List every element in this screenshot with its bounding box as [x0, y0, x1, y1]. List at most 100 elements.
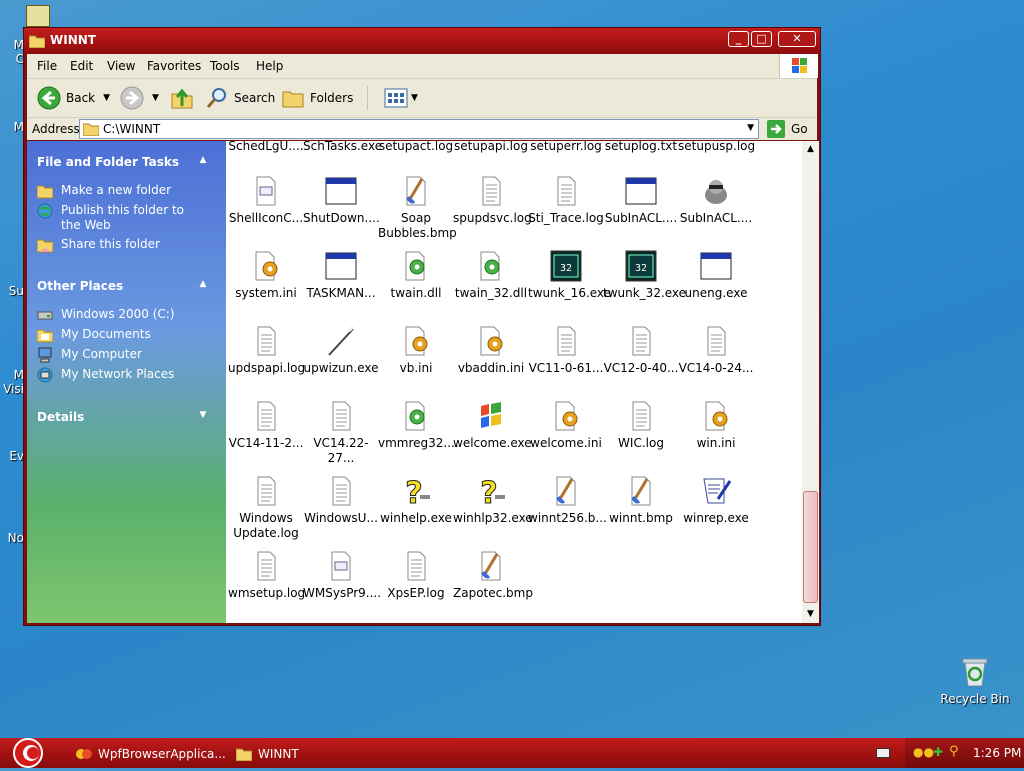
menu-favorites[interactable]: Favorites — [147, 59, 201, 73]
file-item[interactable]: Sti_Trace.log — [528, 175, 604, 226]
make-new-folder-link[interactable]: Make a new folder — [37, 183, 171, 199]
file-item[interactable]: VC14-11-2... — [228, 400, 304, 451]
tray-network-icon[interactable]: ✚ — [933, 745, 943, 759]
start-button[interactable] — [8, 738, 48, 768]
file-item[interactable]: setupact.log — [378, 141, 454, 154]
file-item[interactable]: ShellIconC... — [228, 175, 304, 226]
file-item[interactable]: VC14.22-27... — [303, 400, 379, 466]
file-item[interactable]: SubInACL.... — [603, 175, 679, 226]
taskbar-button-winnt[interactable]: WINNT — [236, 741, 376, 766]
address-dropdown-icon[interactable]: ▼ — [747, 123, 754, 133]
menu-file[interactable]: File — [37, 59, 57, 73]
file-item[interactable]: ShutDown.... — [303, 175, 380, 226]
up-folder-button[interactable] — [170, 85, 194, 111]
title-bar[interactable]: WINNT _ □ ✕ — [24, 28, 820, 54]
file-item[interactable]: vbaddin.ini — [453, 325, 529, 376]
desktop-icon-label[interactable]: M — [0, 38, 24, 52]
tray-app-icon[interactable]: ●● — [913, 745, 934, 759]
collapse-chevron-icon[interactable]: ▲ — [197, 155, 209, 167]
file-item[interactable]: TASKMAN... — [303, 250, 379, 301]
other-place-my-computer[interactable]: My Computer — [37, 347, 142, 363]
file-item[interactable]: twain.dll — [378, 250, 454, 301]
scroll-thumb[interactable] — [803, 491, 818, 603]
address-field[interactable]: C:\WINNT ▼ — [79, 119, 759, 139]
other-place-network[interactable]: My Network Places — [37, 367, 174, 383]
file-item[interactable]: vb.ini — [378, 325, 454, 376]
file-item[interactable]: updspapi.log — [228, 325, 305, 376]
scroll-down-icon[interactable]: ▼ — [802, 606, 819, 623]
file-item[interactable]: setupapi.log — [453, 141, 529, 154]
file-item[interactable]: upwizun.exe — [303, 325, 379, 376]
back-dropdown-icon[interactable]: ▼ — [103, 93, 110, 103]
file-item[interactable]: SchTasks.exe — [303, 141, 382, 154]
file-item[interactable]: Windows Update.log — [228, 475, 304, 541]
file-item[interactable]: 32 twunk_16.exe — [528, 250, 611, 301]
file-item[interactable]: setuperr.log — [528, 141, 604, 154]
file-item[interactable]: setuplog.txt — [603, 141, 679, 154]
other-place-my-documents[interactable]: My Documents — [37, 327, 151, 343]
keyboard-tray-icon[interactable] — [876, 748, 890, 758]
file-item[interactable]: winnt.bmp — [603, 475, 679, 526]
back-button[interactable]: Back ▼ — [37, 85, 110, 111]
file-item[interactable]: 32 twunk_32.exe — [603, 250, 686, 301]
file-item[interactable]: ? winhelp.exe — [378, 475, 454, 526]
file-item[interactable]: WIC.log — [603, 400, 679, 451]
file-item[interactable]: uneng.exe — [678, 250, 754, 301]
clock[interactable]: 1:26 PM — [973, 746, 1021, 760]
file-item[interactable]: Soap Bubbles.bmp — [378, 175, 457, 241]
menu-edit[interactable]: Edit — [70, 59, 93, 73]
menu-view[interactable]: View — [107, 59, 135, 73]
file-item[interactable]: WMSysPr9.... — [303, 550, 381, 601]
expand-chevron-icon[interactable]: ▼ — [197, 410, 209, 422]
file-item[interactable]: system.ini — [228, 250, 304, 301]
menu-tools[interactable]: Tools — [210, 59, 240, 73]
file-item[interactable]: winrep.exe — [678, 475, 754, 526]
file-item[interactable]: vmmreg32.... — [378, 400, 459, 451]
desktop-icon-label[interactable]: M — [0, 368, 24, 382]
file-item[interactable]: setupusp.log — [678, 141, 755, 154]
desktop-icon-label[interactable]: Su — [0, 284, 24, 298]
views-button[interactable]: ▼ — [384, 85, 418, 111]
vertical-scrollbar[interactable]: ▲ ▼ — [802, 141, 819, 623]
file-item[interactable]: SubInACL.... — [678, 175, 754, 226]
file-item[interactable]: WindowsU... — [303, 475, 379, 526]
file-item[interactable]: welcome.exe — [453, 400, 532, 451]
file-item[interactable]: VC12-0-40... — [603, 325, 679, 376]
collapse-chevron-icon[interactable]: ▲ — [197, 279, 209, 291]
menu-help[interactable]: Help — [256, 59, 283, 73]
close-button[interactable]: ✕ — [778, 31, 816, 47]
minimize-button[interactable]: _ — [728, 31, 749, 47]
share-folder-link[interactable]: Share this folder — [37, 237, 160, 253]
file-item[interactable]: twain_32.dll — [453, 250, 529, 301]
file-item[interactable]: winnt256.b... — [528, 475, 607, 526]
desktop-top-icon[interactable] — [26, 5, 50, 27]
other-place-drive[interactable]: Windows 2000 (C:) — [37, 307, 175, 323]
publish-folder-link[interactable]: Publish this folder to the Web — [37, 203, 207, 233]
recycle-bin[interactable]: Recycle Bin — [938, 656, 1012, 706]
views-dropdown-icon[interactable]: ▼ — [411, 93, 418, 103]
file-item[interactable]: win.ini — [678, 400, 754, 451]
desktop-icon-label[interactable]: No — [0, 531, 24, 545]
forward-dropdown-icon[interactable]: ▼ — [152, 93, 159, 103]
desktop-icon-label[interactable]: C — [0, 52, 24, 66]
tray-search-icon[interactable]: ⚲ — [949, 744, 959, 759]
file-item[interactable]: VC14-0-24... — [678, 325, 754, 376]
other-places-header[interactable]: Other Places — [37, 279, 123, 293]
file-item[interactable]: spupdsvc.log — [453, 175, 532, 226]
go-button[interactable]: Go — [767, 119, 808, 139]
file-item[interactable]: XpsEP.log — [378, 550, 454, 601]
desktop-icon-label[interactable]: M — [0, 120, 24, 134]
maximize-button[interactable]: □ — [751, 31, 772, 47]
file-item[interactable]: VC11-0-61... — [528, 325, 604, 376]
file-item[interactable]: SchedLgU.... — [228, 141, 304, 154]
scroll-up-icon[interactable]: ▲ — [802, 141, 819, 158]
file-item[interactable]: ? winhlp32.exe — [453, 475, 533, 526]
taskbar-button-wpfbrowser[interactable]: WpfBrowserApplica... — [76, 741, 226, 766]
file-item[interactable]: Zapotec.bmp — [453, 550, 533, 601]
file-item[interactable]: welcome.ini — [528, 400, 604, 451]
details-header[interactable]: Details — [37, 410, 84, 424]
forward-button[interactable]: ▼ — [120, 85, 159, 111]
file-folder-tasks-header[interactable]: File and Folder Tasks — [37, 155, 179, 169]
folders-button[interactable]: Folders — [281, 85, 353, 111]
file-item[interactable]: wmsetup.log — [228, 550, 305, 601]
